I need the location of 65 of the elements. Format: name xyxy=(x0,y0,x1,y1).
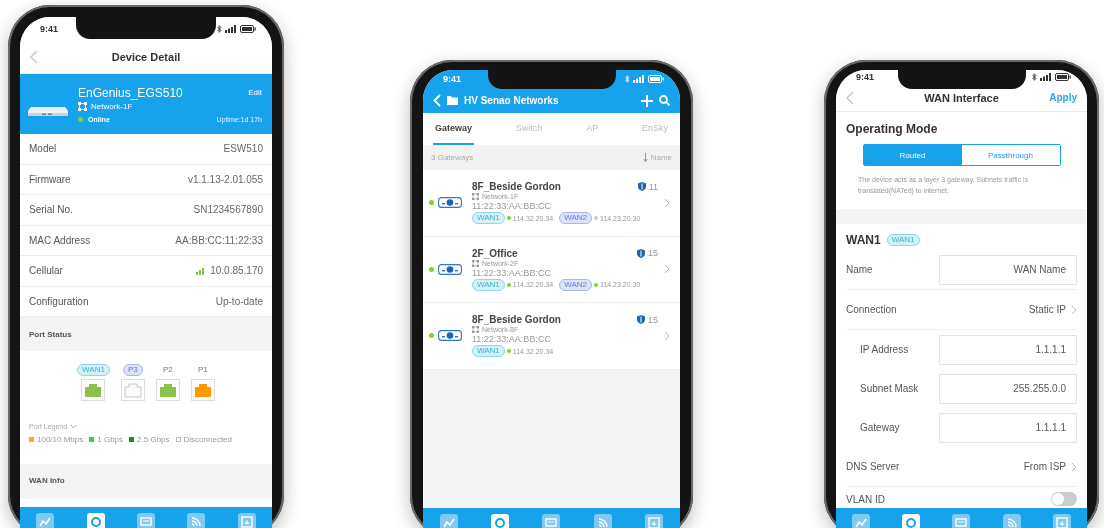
wan-tag: WAN2 xyxy=(559,212,592,225)
row-value: SN1234567890 xyxy=(193,204,263,216)
tab[interactable]: Switch xyxy=(513,113,545,145)
legend-label: 100/10 Mbps xyxy=(37,435,84,444)
row-label: Model xyxy=(29,143,57,155)
select-value[interactable]: Static IP xyxy=(1028,304,1066,315)
row-label: Configuration xyxy=(29,295,89,307)
edit-link[interactable]: Edit xyxy=(248,88,262,97)
screen-title: HV Senao Networks xyxy=(464,95,559,106)
row-label: Cellular xyxy=(29,265,63,277)
field-label: DNS Server xyxy=(846,461,900,472)
field-label: Subnet Mask xyxy=(860,383,919,394)
tab[interactable]: AP xyxy=(584,113,601,145)
input-field[interactable]: 1.1.1.1 xyxy=(939,412,1077,443)
input-field[interactable]: WAN Name xyxy=(939,254,1077,285)
mac-address: 11:22:33:AA:BB:CC xyxy=(472,201,552,212)
wan-tag: WAN2 xyxy=(559,278,592,291)
status-time: 9:41 xyxy=(856,72,874,82)
tab[interactable]: EnSky xyxy=(639,113,670,145)
screen-title: WAN Interface xyxy=(924,91,999,104)
client-count: 15 xyxy=(648,248,658,259)
status-time: 9:41 xyxy=(443,74,461,84)
client-count: 15 xyxy=(648,314,658,325)
gateway-name: 2F_Office xyxy=(472,247,518,259)
section-title: Operating Mode xyxy=(846,122,939,136)
input-field[interactable]: 1.1.1.1 xyxy=(939,334,1077,365)
field-label: Name xyxy=(846,264,873,275)
device-name: EnGenius_EGS510 xyxy=(78,85,183,100)
mac-address: 11:22:33:AA:BB:CC xyxy=(472,267,552,278)
field-label: Gateway xyxy=(860,422,900,433)
mac-address: 11:22:33:AA:BB:CC xyxy=(472,334,552,345)
row-value: 10.0.85.170 xyxy=(210,265,263,277)
sort-label[interactable]: Name xyxy=(650,153,672,162)
client-count: 11 xyxy=(648,181,658,192)
screen-title: Device Detail xyxy=(111,50,181,63)
row-label: Firmware xyxy=(29,173,71,185)
row-label: MAC Address xyxy=(29,234,91,246)
port-label: P2 xyxy=(163,364,173,376)
row-label: Serial No. xyxy=(29,204,73,216)
row-value: AA:BB:CC:11:22:33 xyxy=(175,234,263,246)
wan-tag: WAN1 xyxy=(886,234,920,246)
select-value[interactable]: From ISP xyxy=(1023,461,1066,472)
legend-label: 1 Gbps xyxy=(97,435,124,444)
port-label: P1 xyxy=(198,364,208,376)
section-title: WAN1 xyxy=(846,233,881,247)
segment-button[interactable]: Routed xyxy=(863,145,962,165)
field-label: IP Address xyxy=(860,344,909,355)
gateway-name: 8F_Beside Gordon xyxy=(472,314,561,326)
row-value: v1.1.13-2.01.055 xyxy=(187,173,263,185)
row-value: Up-to-date xyxy=(215,295,263,307)
input-field[interactable]: 255.255.0.0 xyxy=(939,373,1077,404)
field-label: Connection xyxy=(846,304,897,315)
legend-label: 2.5 Gbps xyxy=(137,435,170,444)
wan-tag: WAN1 xyxy=(472,212,505,225)
port-tag: P3 xyxy=(123,364,143,376)
legend-label: Disconnected xyxy=(183,435,232,444)
row-value: ESW510 xyxy=(223,143,263,155)
network-label: Network-1F xyxy=(91,101,133,111)
port-tag: WAN1 xyxy=(77,364,110,376)
wan-tag: WAN1 xyxy=(472,345,505,358)
wan-tag: WAN1 xyxy=(472,278,505,291)
status-time: 9:41 xyxy=(40,23,58,34)
apply-link[interactable]: Apply xyxy=(1049,92,1077,103)
gateway-name: 8F_Beside Gordon xyxy=(472,181,561,193)
field-label: VLAN ID xyxy=(846,493,885,505)
